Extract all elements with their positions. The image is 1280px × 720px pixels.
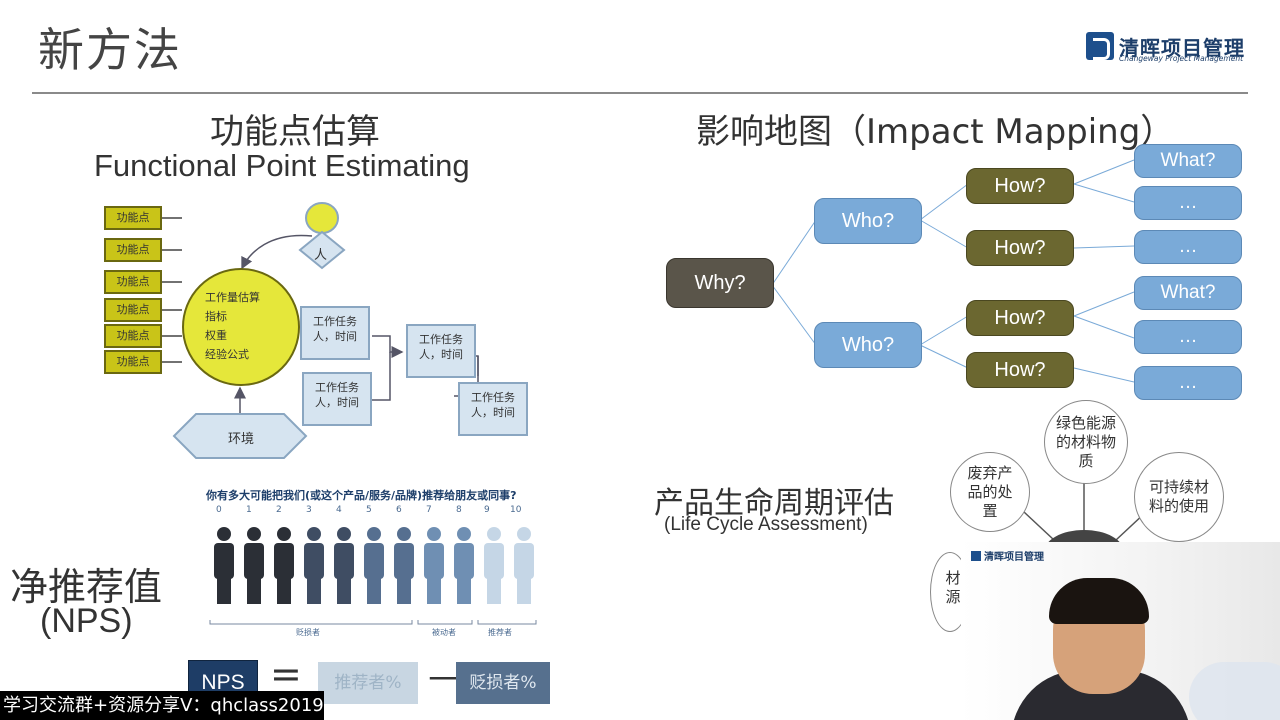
how-node: How? <box>966 352 1074 388</box>
logo-subtitle: Changeway Project Management <box>1119 54 1244 63</box>
task-line: 工作任务 <box>313 315 357 328</box>
person-figure-icon <box>364 527 384 604</box>
what-node: … <box>1134 366 1242 400</box>
task-line: 人，时间 <box>313 330 357 343</box>
person-figure-icon <box>394 527 414 604</box>
person-figure-icon <box>424 527 444 604</box>
equals-sign: = <box>270 652 302 696</box>
nps-people-figures <box>209 527 537 625</box>
work-task-box: 工作任务 人，时间 <box>300 306 370 360</box>
what-node: … <box>1134 186 1242 220</box>
task-line: 工作任务 <box>315 381 359 394</box>
circle-line: 工作量估算 <box>205 291 260 304</box>
circle-line: 指标 <box>205 310 227 323</box>
what-node: What? <box>1134 144 1242 178</box>
circle-line: 经验公式 <box>205 348 249 361</box>
how-node: How? <box>966 300 1074 336</box>
lca-title-en: (Life Cycle Assessment) <box>664 514 868 535</box>
circle-line: 权重 <box>205 329 227 342</box>
promoters-group-label: 推荐者 <box>488 628 512 637</box>
person-figure-icon <box>304 527 324 604</box>
person-label: 人 <box>314 248 328 263</box>
fp-title-en: Functional Point Estimating <box>94 148 470 183</box>
header-divider <box>32 92 1248 94</box>
person-figure-icon <box>514 527 534 604</box>
task-line: 人，时间 <box>471 406 515 419</box>
passives-group-label: 被动者 <box>432 628 456 637</box>
lca-circle: 废弃产品的处置 <box>950 452 1030 532</box>
detractors-percent-box: 贬损者% <box>456 662 550 704</box>
workload-estimate-text: 工作量估算 指标 权重 经验公式 <box>205 288 260 364</box>
what-node: … <box>1134 230 1242 264</box>
why-node: Why? <box>666 258 774 308</box>
presenter-video: 清晖项目管理 <box>961 542 1280 720</box>
company-logo: 清晖项目管理 Changeway Project Management <box>1086 32 1250 64</box>
video-cloud-decor <box>1189 662 1280 720</box>
person-figure-icon <box>334 527 354 604</box>
video-logo: 清晖项目管理 <box>971 548 1044 563</box>
task-line: 工作任务 <box>471 391 515 404</box>
logo-mark-icon <box>1086 32 1114 60</box>
nps-title-en: (NPS) <box>40 602 133 640</box>
who-node: Who? <box>814 322 922 368</box>
promoters-percent-box: 推荐者% <box>318 662 418 704</box>
person-figure-icon <box>274 527 294 604</box>
page-title: 新方法 <box>38 23 182 77</box>
task-line: 工作任务 <box>419 333 463 346</box>
work-task-box: 工作任务 人，时间 <box>458 382 528 436</box>
nps-question: 你有多大可能把我们(或这个产品/服务/品牌)推荐给朋友或同事? <box>206 489 517 502</box>
task-line: 人，时间 <box>315 396 359 409</box>
person-figure-icon <box>214 527 234 604</box>
who-node: Who? <box>814 198 922 244</box>
lca-circle: 可持续材料的使用 <box>1134 452 1224 542</box>
environment-label: 环境 <box>228 432 255 447</box>
person-figure-icon <box>484 527 504 604</box>
what-node: … <box>1134 320 1242 354</box>
fp-title-cn: 功能点估算 <box>210 112 380 152</box>
group-brackets <box>209 620 537 625</box>
how-node: How? <box>966 230 1074 266</box>
task-line: 人，时间 <box>419 348 463 361</box>
person-figure-icon <box>244 527 264 604</box>
detractors-group-label: 贬损者 <box>296 628 320 637</box>
person-figure-icon <box>454 527 474 604</box>
what-node: What? <box>1134 276 1242 310</box>
watermark-banner: 学习交流群+资源分享V：qhclass2019 <box>0 691 324 720</box>
work-task-box: 工作任务 人，时间 <box>406 324 476 378</box>
lca-circle: 绿色能源的材料物质 <box>1044 400 1128 484</box>
work-task-box: 工作任务 人，时间 <box>302 372 372 426</box>
how-node: How? <box>966 168 1074 204</box>
